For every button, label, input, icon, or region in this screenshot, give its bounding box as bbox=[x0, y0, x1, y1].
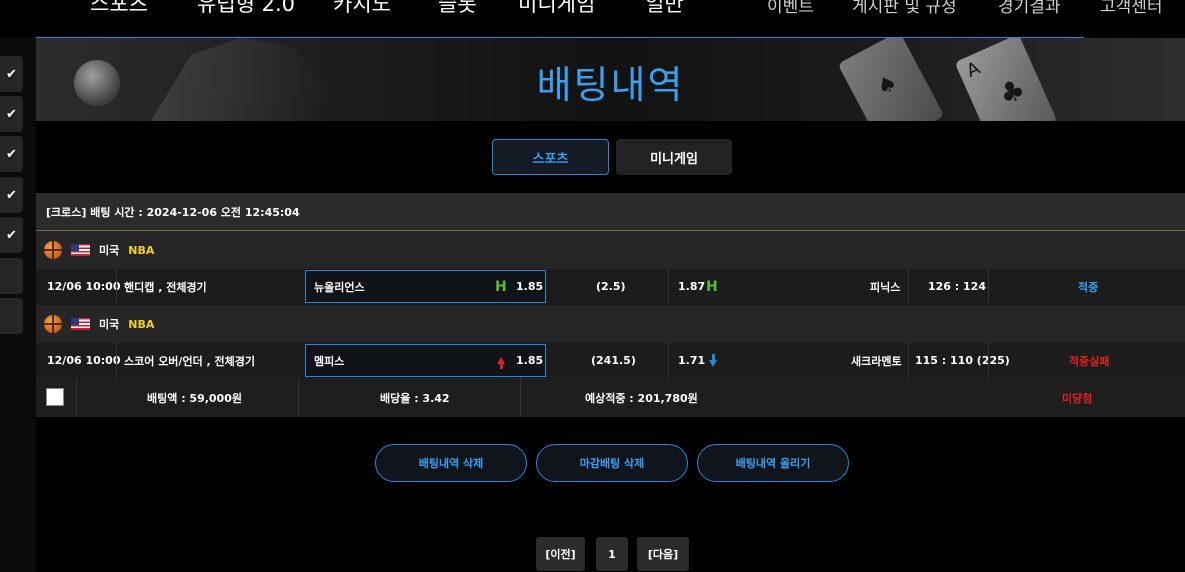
game-row: 12/06 10:00 핸디캡 , 전체경기 뉴올리언스 H 1.85 (2.5… bbox=[36, 269, 1185, 304]
bet-summary: 배팅액 : 59,000원 배당율 : 3.42 예상적중 : 201,780원… bbox=[36, 378, 1185, 417]
sidebar-toggle-6[interactable] bbox=[0, 258, 23, 294]
check-icon: ✔ bbox=[6, 227, 17, 243]
bet-odds: 배당율 : 3.42 bbox=[380, 391, 450, 405]
bet-line: (241.5) bbox=[591, 354, 636, 367]
sidebar-toggle-2[interactable]: ✔ bbox=[0, 96, 23, 132]
game-market: 핸디캡 , 전체경기 bbox=[124, 280, 207, 294]
game-result: 적중실패 bbox=[1069, 354, 1110, 368]
nav-item-board[interactable]: 게시판 및 규정 bbox=[852, 0, 957, 17]
check-icon: ✔ bbox=[6, 66, 17, 82]
nav-item-support[interactable]: 고객센터 bbox=[1100, 0, 1163, 17]
arrow-up-icon bbox=[497, 343, 505, 378]
away-team: 새크라멘토 bbox=[851, 354, 902, 368]
sidebar-toggle-4[interactable]: ✔ bbox=[0, 177, 23, 213]
nav-item-event[interactable]: 이벤트 bbox=[767, 0, 814, 17]
nav-item-minigame[interactable]: 미니게임 bbox=[518, 0, 595, 18]
sidebar-toggle-7[interactable] bbox=[0, 298, 23, 334]
nav-item-sports[interactable]: 스포츠 bbox=[90, 0, 148, 18]
home-odds: 1.85 bbox=[516, 280, 544, 293]
game-market: 스코어 오버/언더 , 전체경기 bbox=[124, 354, 256, 368]
page-title: 배팅내역 bbox=[536, 63, 685, 107]
game-time: 12/06 10:00 bbox=[47, 354, 121, 367]
home-odds: 1.85 bbox=[516, 354, 544, 367]
next-page-button[interactable]: [다음] bbox=[637, 537, 689, 571]
nav-item-results[interactable]: 경기결과 bbox=[998, 0, 1061, 17]
us-flag-icon bbox=[71, 318, 90, 330]
handicap-h-icon: H bbox=[495, 278, 507, 295]
top-nav: 스포츠 유럽형 2.0 카지노 슬롯 미니게임 일반 이벤트 게시판 및 규정 … bbox=[0, 0, 1185, 38]
away-team: 피닉스 bbox=[870, 280, 901, 294]
tab-sports[interactable]: 스포츠 bbox=[492, 139, 609, 175]
prev-page-button[interactable]: [이전] bbox=[536, 537, 585, 571]
nav-item-slot[interactable]: 슬롯 bbox=[438, 0, 477, 18]
nav-item-general[interactable]: 일반 bbox=[645, 0, 684, 18]
us-flag-icon bbox=[71, 244, 90, 256]
handicap-h-icon: H bbox=[706, 278, 718, 295]
league-name: NBA bbox=[128, 317, 155, 331]
bet-header: [크로스] 배팅 시간 : 2024-12-06 오전 12:45:04 bbox=[36, 193, 1185, 231]
sidebar-toggle-5[interactable]: ✔ bbox=[0, 217, 23, 253]
check-icon: ✔ bbox=[6, 146, 17, 162]
league-country: 미국 bbox=[99, 318, 120, 331]
away-odds: 1.71 bbox=[678, 354, 706, 367]
league-name: NBA bbox=[128, 243, 155, 257]
bet-history-panel: [크로스] 배팅 시간 : 2024-12-06 오전 12:45:04 미국 … bbox=[36, 193, 1185, 417]
left-sidebar: ✔ ✔ ✔ ✔ ✔ bbox=[0, 38, 36, 572]
check-icon: ✔ bbox=[6, 106, 17, 122]
check-icon: ✔ bbox=[6, 187, 17, 203]
nav-item-casino[interactable]: 카지노 bbox=[333, 0, 391, 18]
league-country: 미국 bbox=[99, 244, 120, 257]
away-odds: 1.87 bbox=[678, 280, 706, 293]
page-banner: ♠ A ♣ 배팅내역 bbox=[36, 38, 1185, 121]
game-time: 12/06 10:00 bbox=[47, 280, 121, 293]
expected-win: 예상적중 : 201,780원 bbox=[585, 391, 698, 405]
game-score: 126 : 124 bbox=[928, 280, 986, 293]
page-number-button[interactable]: 1 bbox=[596, 537, 628, 571]
bet-amount: 배팅액 : 59,000원 bbox=[147, 391, 242, 405]
sidebar-toggle-1[interactable]: ✔ bbox=[0, 56, 23, 92]
delete-closed-bets-button[interactable]: 마감배팅 삭제 bbox=[536, 444, 688, 482]
basketball-icon bbox=[44, 241, 62, 259]
basketball-icon bbox=[44, 315, 62, 333]
league-row: 미국 NBA bbox=[36, 231, 1185, 269]
bet-status: 미당첨 bbox=[1062, 391, 1093, 405]
game-row: 12/06 10:00 스코어 오버/언더 , 전체경기 멤피스 1.85 (2… bbox=[36, 343, 1185, 378]
post-history-button[interactable]: 배팅내역 올리기 bbox=[697, 444, 849, 482]
sidebar-toggle-3[interactable]: ✔ bbox=[0, 136, 23, 172]
game-score: 115 : 110 (225) bbox=[915, 354, 1010, 367]
tab-minigame[interactable]: 미니게임 bbox=[616, 139, 732, 175]
delete-history-button[interactable]: 배팅내역 삭제 bbox=[375, 444, 527, 482]
arrow-down-icon bbox=[709, 343, 717, 378]
game-result: 적중 bbox=[1078, 280, 1099, 294]
league-row: 미국 NBA bbox=[36, 305, 1185, 343]
bet-line: (2.5) bbox=[596, 280, 626, 293]
select-checkbox[interactable] bbox=[46, 388, 64, 406]
home-team: 뉴올리언스 bbox=[314, 280, 365, 294]
nav-item-euro[interactable]: 유럽형 2.0 bbox=[197, 0, 295, 18]
home-team: 멤피스 bbox=[314, 354, 345, 368]
